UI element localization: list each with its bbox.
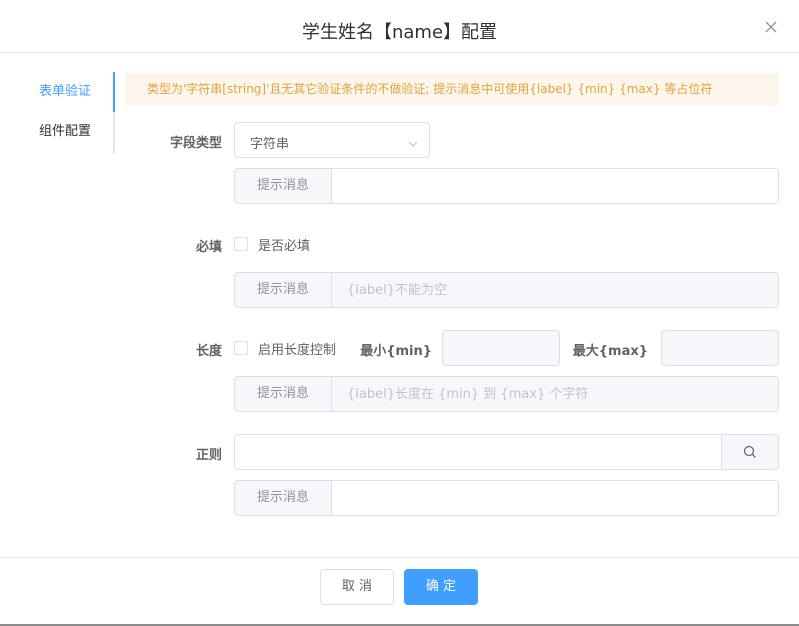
field-type-message-group: 提示消息 [234, 168, 779, 204]
regex-message-prefix: 提示消息 [235, 481, 332, 515]
tab-form-validation-label: 表单验证 [39, 84, 92, 99]
regex-label: 正则 [195, 448, 222, 463]
dialog-footer [0, 557, 799, 626]
field-type-value: 字符串 [250, 137, 290, 152]
required-message-prefix: 提示消息 [235, 273, 332, 307]
close-icon[interactable] [763, 19, 779, 35]
length-message-prefix: 提示消息 [235, 377, 332, 411]
tab-component-config-label: 组件配置 [39, 124, 92, 139]
length-label: 长度 [195, 344, 222, 359]
length-checkbox-box [234, 341, 248, 355]
confirm-button[interactable]: 确 定 [404, 569, 478, 605]
length-message-input[interactable] [332, 377, 778, 411]
cancel-button[interactable]: 取 消 [320, 569, 394, 605]
required-message-group: 提示消息 [234, 272, 779, 308]
required-checkbox-label: 是否必填 [258, 239, 311, 254]
side-tabs: 表单验证 组件配置 [20, 72, 115, 154]
field-type-select[interactable]: 字符串 [234, 122, 430, 158]
field-type-message-prefix: 提示消息 [235, 169, 332, 203]
required-message-input[interactable] [332, 273, 778, 307]
dialog-title: 学生姓名【name】配置 [301, 22, 498, 43]
required-label: 必填 [195, 240, 222, 255]
regex-group [234, 434, 779, 470]
active-tab-indicator [113, 72, 115, 112]
length-message-group: 提示消息 [234, 376, 779, 412]
dialog-header: 学生姓名【name】配置 [0, 0, 799, 53]
max-label: 最大{max} [572, 344, 648, 359]
regex-message-input[interactable] [332, 481, 778, 515]
required-checkbox[interactable]: 是否必填 [234, 234, 334, 254]
tab-component-config[interactable]: 组件配置 [20, 112, 113, 152]
length-checkbox-label: 启用长度控制 [258, 343, 337, 358]
config-dialog: 学生姓名【name】配置 表单验证 组件配置 类型为'字符串[string]'且… [0, 0, 799, 626]
regex-message-group: 提示消息 [234, 480, 779, 516]
info-alert: 类型为'字符串[string]'且无其它验证条件的不做验证; 提示消息中可使用{… [125, 73, 779, 106]
field-type-message-input[interactable] [332, 169, 778, 203]
max-input[interactable] [661, 330, 779, 366]
tab-form-validation[interactable]: 表单验证 [20, 72, 113, 112]
chevron-down-icon [407, 135, 419, 147]
required-checkbox-box [234, 237, 248, 251]
length-checkbox[interactable]: 启用长度控制 [234, 338, 349, 358]
field-type-label: 字段类型 [169, 136, 222, 151]
search-icon [743, 445, 756, 458]
min-label: 最小{min} [360, 344, 432, 359]
regex-input[interactable] [235, 435, 722, 469]
regex-search-button[interactable] [721, 435, 778, 469]
min-input[interactable] [442, 330, 560, 366]
